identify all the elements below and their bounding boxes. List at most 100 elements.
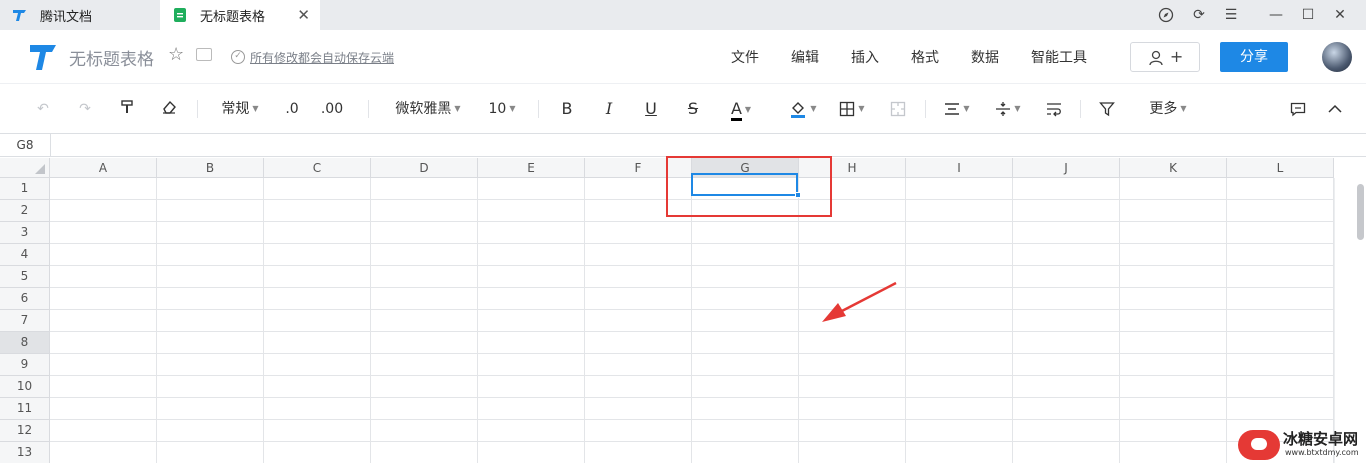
caret-down-icon: ▼ xyxy=(454,104,461,113)
maximize-icon[interactable]: ☐ xyxy=(1298,5,1318,25)
scroll-thumb[interactable] xyxy=(1357,184,1364,240)
minimize-icon[interactable]: — xyxy=(1266,5,1286,25)
align-vertical-button[interactable]: ▼ xyxy=(992,99,1024,119)
close-icon[interactable]: ✕ xyxy=(297,7,310,23)
watermark-url: www.btxtdmy.com xyxy=(1285,448,1359,457)
tencent-docs-logo[interactable] xyxy=(28,42,58,72)
italic-button[interactable]: I xyxy=(600,99,618,119)
tab-untitled-sheet[interactable]: 无标题表格 ✕ xyxy=(160,0,320,30)
column-gridline xyxy=(370,178,371,463)
menu-data[interactable]: 数据 xyxy=(971,47,999,67)
row-header-6[interactable]: 6 xyxy=(0,288,50,310)
font-size-select[interactable]: 10 ▼ xyxy=(486,99,518,119)
vertical-scrollbar[interactable] xyxy=(1334,178,1366,463)
font-size-label: 10 xyxy=(488,101,507,117)
column-header-e[interactable]: E xyxy=(478,158,585,178)
save-status[interactable]: 所有修改都会自动保存云端 xyxy=(250,49,394,66)
add-collaborator-button[interactable]: + xyxy=(1130,42,1200,72)
fill-color-button[interactable]: ▼ xyxy=(786,99,820,119)
window-close-icon[interactable]: ✕ xyxy=(1330,5,1350,25)
column-gridline xyxy=(584,178,585,463)
wrap-text-icon[interactable] xyxy=(1045,99,1063,119)
row-header-4[interactable]: 4 xyxy=(0,244,50,266)
row-gridline xyxy=(50,419,1334,420)
borders-button[interactable]: ▼ xyxy=(836,99,868,119)
more-button[interactable]: 更多 ▼ xyxy=(1146,99,1190,119)
caret-down-icon: ▼ xyxy=(858,104,865,113)
increase-decimal-button[interactable]: .00 xyxy=(319,99,345,119)
column-header-l[interactable]: L xyxy=(1227,158,1334,178)
caret-down-icon: ▼ xyxy=(963,104,970,113)
format-painter-icon[interactable] xyxy=(117,99,137,119)
comment-icon[interactable] xyxy=(1288,99,1308,119)
row-gridline xyxy=(50,375,1334,376)
font-family-label: 微软雅黑 xyxy=(395,101,452,117)
sheet-icon xyxy=(174,8,186,22)
plus-icon: + xyxy=(1169,47,1184,66)
menu-smart-tools[interactable]: 智能工具 xyxy=(1031,47,1087,67)
doc-title[interactable]: 无标题表格 xyxy=(69,45,154,70)
row-header-11[interactable]: 11 xyxy=(0,398,50,420)
column-header-d[interactable]: D xyxy=(371,158,478,178)
row-header-2[interactable]: 2 xyxy=(0,200,50,222)
filter-icon[interactable] xyxy=(1098,99,1116,119)
menu-file[interactable]: 文件 xyxy=(731,47,759,67)
row-header-10[interactable]: 10 xyxy=(0,376,50,398)
avatar[interactable] xyxy=(1322,42,1352,72)
row-header-13[interactable]: 13 xyxy=(0,442,50,463)
refresh-icon[interactable]: ⟳ xyxy=(1189,5,1209,25)
row-header-5[interactable]: 5 xyxy=(0,266,50,288)
row-header-8[interactable]: 8 xyxy=(0,332,50,354)
cell-reference-box[interactable]: G8 xyxy=(0,134,51,156)
column-header-i[interactable]: I xyxy=(906,158,1013,178)
window-tab-bar: 腾讯文档 无标题表格 ✕ ⟳ ☰ — ☐ ✕ xyxy=(0,0,1366,30)
row-header-9[interactable]: 9 xyxy=(0,354,50,376)
row-gridline xyxy=(50,309,1334,310)
star-icon[interactable]: ☆ xyxy=(168,44,184,65)
underline-button[interactable]: U xyxy=(642,99,660,119)
menu-format[interactable]: 格式 xyxy=(911,47,939,67)
compass-icon[interactable] xyxy=(1156,5,1176,25)
column-header-c[interactable]: C xyxy=(264,158,371,178)
column-header-j[interactable]: J xyxy=(1013,158,1120,178)
share-button[interactable]: 分享 xyxy=(1220,42,1288,72)
eraser-icon[interactable] xyxy=(159,99,179,119)
folder-icon[interactable] xyxy=(196,48,212,61)
column-header-a[interactable]: A xyxy=(50,158,157,178)
font-color-button[interactable]: A ▼ xyxy=(724,99,758,121)
merge-cells-icon[interactable] xyxy=(889,99,907,119)
tab-tencent-docs[interactable]: 腾讯文档 xyxy=(0,0,160,30)
row-gridline xyxy=(50,287,1334,288)
caret-down-icon: ▼ xyxy=(509,104,516,113)
row-gridline xyxy=(50,265,1334,266)
strikethrough-button[interactable]: S xyxy=(684,99,702,119)
row-header-3[interactable]: 3 xyxy=(0,222,50,244)
user-icon xyxy=(1149,50,1163,65)
bold-button[interactable]: B xyxy=(558,99,576,119)
menu-edit[interactable]: 编辑 xyxy=(791,47,819,67)
align-horizontal-button[interactable]: ▼ xyxy=(941,99,973,119)
select-all-corner[interactable] xyxy=(0,158,50,178)
caret-down-icon: ▼ xyxy=(810,104,817,113)
caret-down-icon: ▼ xyxy=(1014,104,1021,113)
menu-insert[interactable]: 插入 xyxy=(851,47,879,67)
row-header-12[interactable]: 12 xyxy=(0,420,50,442)
column-header-k[interactable]: K xyxy=(1120,158,1227,178)
row-header-1[interactable]: 1 xyxy=(0,178,50,200)
column-gridline xyxy=(263,178,264,463)
undo-icon[interactable]: ↶ xyxy=(33,99,53,119)
menu-icon[interactable]: ☰ xyxy=(1221,5,1241,25)
column-header-b[interactable]: B xyxy=(157,158,264,178)
row-header-7[interactable]: 7 xyxy=(0,310,50,332)
font-family-select[interactable]: 微软雅黑 ▼ xyxy=(392,99,464,119)
column-gridline xyxy=(798,178,799,463)
watermark: 冰糖安卓网 www.btxtdmy.com xyxy=(1238,428,1366,463)
format-toolbar: ↶ ↷ 常规 ▼ .0 .00 微软雅黑 ▼ 10 ▼ B I U S A ▼ ▼ ▼ … xyxy=(0,85,1366,132)
redo-icon[interactable]: ↷ xyxy=(75,99,95,119)
collapse-toolbar-icon[interactable] xyxy=(1325,99,1345,119)
row-gridline xyxy=(50,441,1334,442)
number-format-select[interactable]: 常规 ▼ xyxy=(219,99,261,119)
decrease-decimal-button[interactable]: .0 xyxy=(281,99,303,119)
watermark-title: 冰糖安卓网 xyxy=(1283,430,1359,448)
column-gridline xyxy=(1226,178,1227,463)
